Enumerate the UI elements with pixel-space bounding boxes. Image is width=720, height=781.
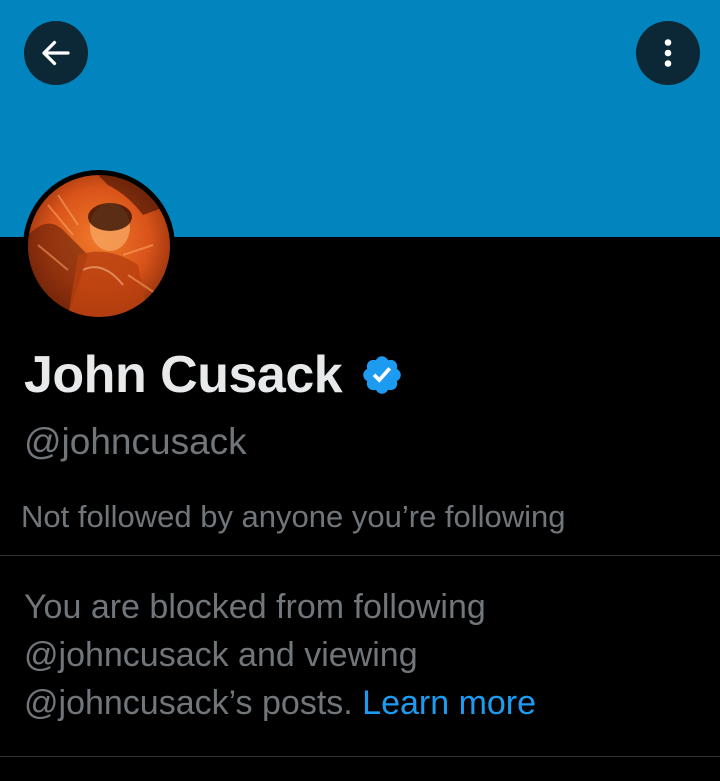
blocked-notice-line-last: @johncusack’s posts. Learn more xyxy=(24,679,704,727)
profile-handle: @johncusack xyxy=(24,421,247,462)
divider xyxy=(0,555,720,556)
back-button[interactable] xyxy=(24,21,88,85)
learn-more-link[interactable]: Learn more xyxy=(362,684,536,722)
divider xyxy=(0,756,720,757)
blocked-notice-text: @johncusack’s posts. xyxy=(24,684,353,722)
display-name: John Cusack xyxy=(24,346,343,404)
mutual-followers-text: Not followed by anyone you’re following xyxy=(21,499,566,534)
more-options-button[interactable] xyxy=(636,21,700,85)
name-row: John Cusack xyxy=(24,342,404,408)
more-vertical-icon xyxy=(664,39,672,67)
blocked-notice-line: You are blocked from following xyxy=(24,588,486,626)
blocked-notice-line: @johncusack and viewing xyxy=(24,636,418,674)
arrow-left-icon xyxy=(42,40,70,66)
blocked-notice: You are blocked from following @johncusa… xyxy=(24,583,704,727)
avatar-image xyxy=(28,175,170,317)
verified-badge-icon[interactable] xyxy=(360,353,404,397)
avatar[interactable] xyxy=(23,170,175,322)
